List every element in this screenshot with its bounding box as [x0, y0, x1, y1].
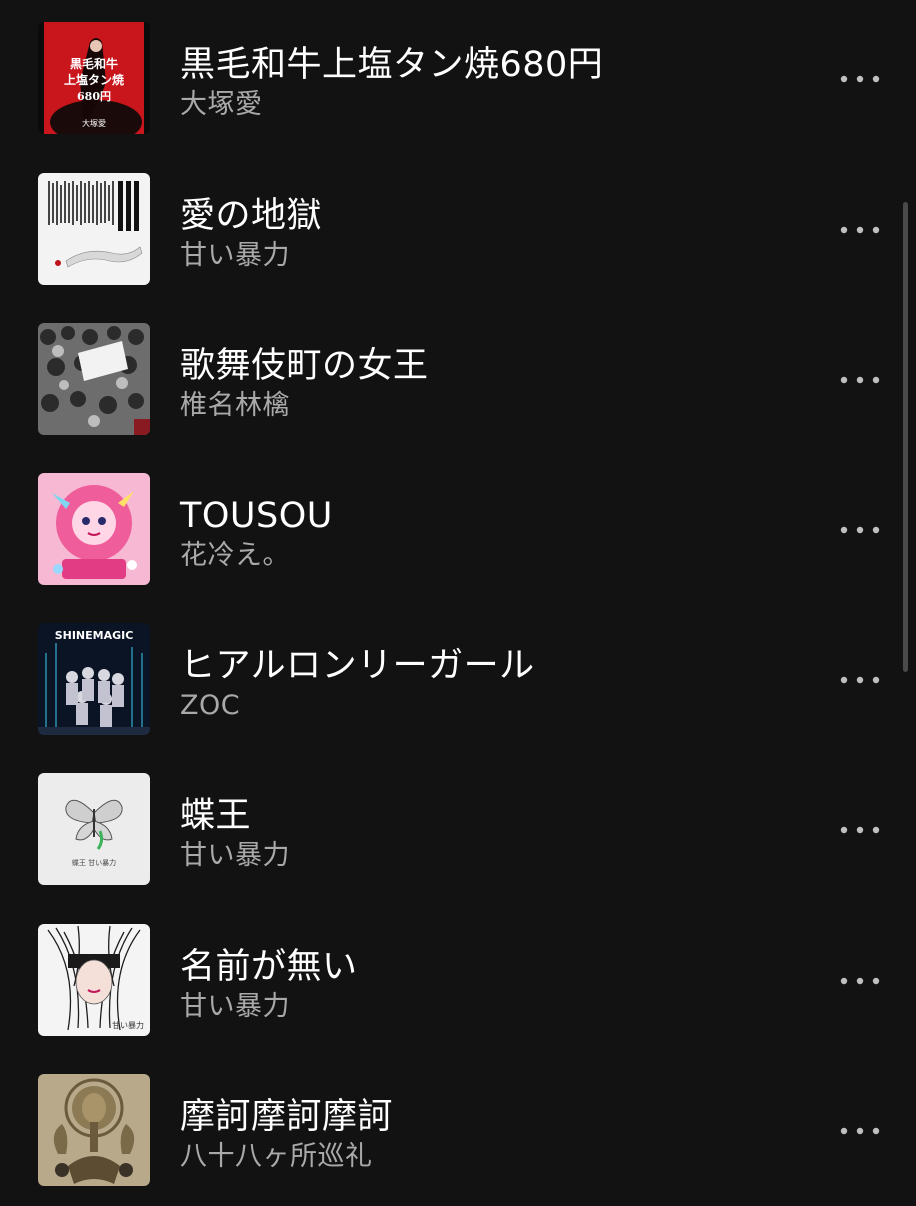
- svg-text:680円: 680円: [77, 90, 111, 103]
- track-artist: 花冷え。: [180, 540, 290, 571]
- more-options-button[interactable]: [832, 64, 888, 94]
- svg-text:甘い暴力: 甘い暴力: [112, 1020, 144, 1030]
- more-options-button[interactable]: [832, 515, 888, 545]
- track-artist: 甘い暴力: [180, 991, 290, 1022]
- track-row[interactable]: 黒毛和牛 上塩タン焼 680円 大塚愛 黒毛和牛上塩タン焼680円 大塚愛: [0, 4, 916, 154]
- track-row[interactable]: 蝶王 甘い暴力 蝶王 甘い暴力: [0, 755, 916, 905]
- album-art-white-text-icon: [38, 173, 150, 285]
- more-horizontal-icon: [840, 226, 880, 234]
- more-horizontal-icon: [840, 977, 880, 985]
- album-art-pink-anime-icon: [38, 473, 150, 585]
- album-art: [38, 1074, 150, 1186]
- svg-text:黒毛和牛: 黒毛和牛: [70, 56, 118, 71]
- track-artist: ZOC: [180, 690, 241, 721]
- track-row[interactable]: 歌舞伎町の女王 椎名林檎: [0, 305, 916, 455]
- more-horizontal-icon: [840, 526, 880, 534]
- more-horizontal-icon: [840, 1127, 880, 1135]
- track-row[interactable]: TOUSOU 花冷え。: [0, 455, 916, 605]
- album-art: 甘い暴力: [38, 924, 150, 1036]
- track-row[interactable]: SHINEMAGIC ヒアルロンリーガール ZOC: [0, 605, 916, 755]
- more-horizontal-icon: [840, 826, 880, 834]
- album-art-shinemagic-icon: SHINEMAGIC: [38, 623, 150, 735]
- track-artist: 八十八ヶ所巡礼: [180, 1141, 373, 1172]
- album-art: [38, 323, 150, 435]
- track-title: ヒアルロンリーガール: [180, 646, 535, 686]
- more-horizontal-icon: [840, 676, 880, 684]
- album-art: 蝶王 甘い暴力: [38, 773, 150, 885]
- album-art-butterfly-icon: 蝶王 甘い暴力: [38, 773, 150, 885]
- more-options-button[interactable]: [832, 365, 888, 395]
- more-options-button[interactable]: [832, 966, 888, 996]
- more-horizontal-icon: [840, 75, 880, 83]
- album-art-hair-sketch-icon: 甘い暴力: [38, 924, 150, 1036]
- track-list: 黒毛和牛 上塩タン焼 680円 大塚愛 黒毛和牛上塩タン焼680円 大塚愛 愛の…: [0, 0, 916, 1200]
- album-art: 黒毛和牛 上塩タン焼 680円 大塚愛: [38, 22, 150, 134]
- svg-text:上塩タン焼: 上塩タン焼: [64, 72, 124, 87]
- more-options-button[interactable]: [832, 1116, 888, 1146]
- svg-text:蝶王 甘い暴力: 蝶王 甘い暴力: [72, 858, 116, 867]
- album-art: [38, 473, 150, 585]
- track-artist: 大塚愛: [180, 89, 263, 120]
- track-title: 名前が無い: [180, 947, 358, 987]
- track-artist: 甘い暴力: [180, 840, 290, 871]
- more-options-button[interactable]: [832, 215, 888, 245]
- album-art: [38, 173, 150, 285]
- more-horizontal-icon: [840, 376, 880, 384]
- more-options-button[interactable]: [832, 665, 888, 695]
- track-title: 歌舞伎町の女王: [180, 346, 429, 386]
- track-row[interactable]: 摩訶摩訶摩訶 八十八ヶ所巡礼: [0, 1056, 916, 1206]
- more-options-button[interactable]: [832, 815, 888, 845]
- track-artist: 甘い暴力: [180, 240, 290, 271]
- album-art-black-red-icon: 黒毛和牛 上塩タン焼 680円 大塚愛: [38, 22, 150, 134]
- track-row[interactable]: 愛の地獄 甘い暴力: [0, 155, 916, 305]
- track-artist: 椎名林檎: [180, 390, 290, 421]
- album-art: SHINEMAGIC: [38, 623, 150, 735]
- track-title: 摩訶摩訶摩訶: [180, 1097, 394, 1137]
- album-art-buddha-icon: [38, 1074, 150, 1186]
- svg-text:大塚愛: 大塚愛: [82, 118, 106, 128]
- track-title: 蝶王: [180, 796, 252, 836]
- track-title: 愛の地獄: [180, 196, 323, 236]
- track-row[interactable]: 甘い暴力 名前が無い 甘い暴力: [0, 906, 916, 1056]
- album-art-crowd-icon: [38, 323, 150, 435]
- scrollbar[interactable]: [903, 202, 908, 672]
- track-title: 黒毛和牛上塩タン焼680円: [180, 45, 604, 85]
- svg-text:SHINEMAGIC: SHINEMAGIC: [55, 629, 134, 642]
- track-title: TOUSOU: [180, 496, 333, 536]
